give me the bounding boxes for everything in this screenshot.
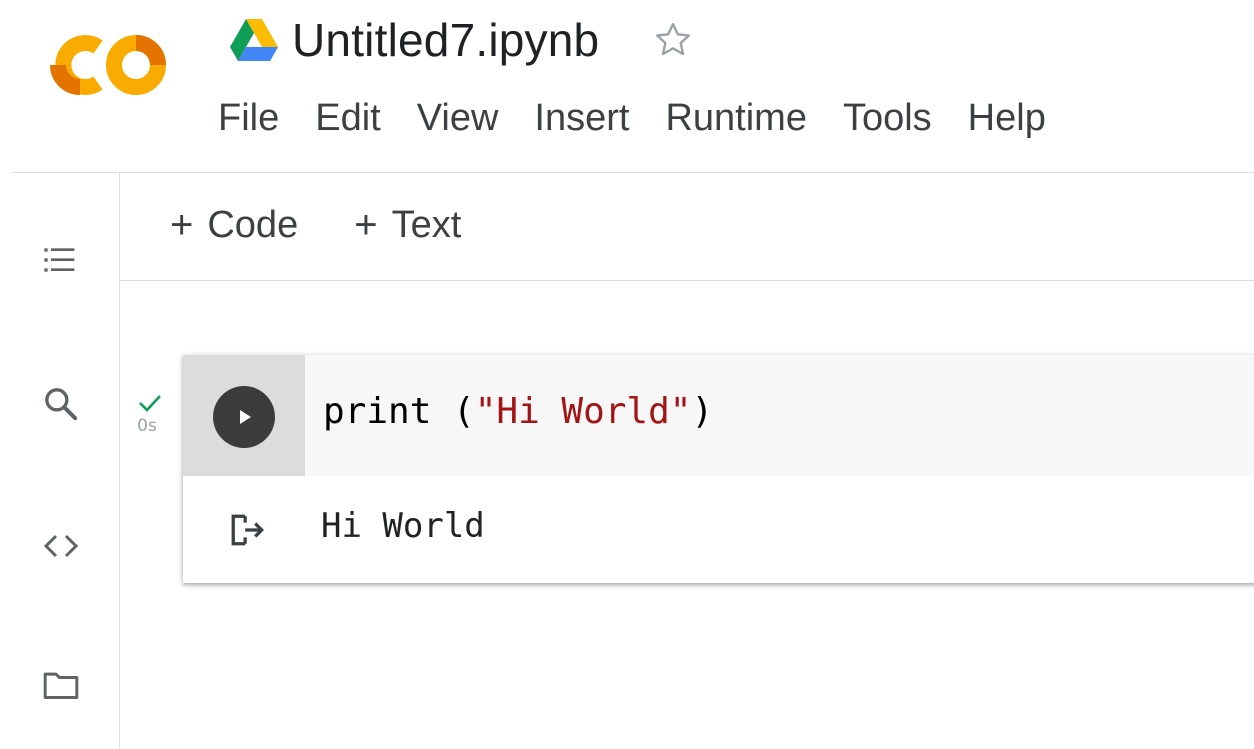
execution-time: 0s bbox=[137, 416, 157, 436]
colab-logo[interactable] bbox=[40, 25, 176, 105]
code-snippets-icon[interactable] bbox=[36, 521, 86, 571]
add-code-label: Code bbox=[207, 203, 299, 246]
menu-view[interactable]: View bbox=[417, 97, 499, 140]
menu-bar: File Edit View Insert Runtime Tools Help bbox=[218, 97, 1046, 140]
run-gutter bbox=[183, 355, 305, 476]
menu-edit[interactable]: Edit bbox=[315, 97, 380, 140]
output-text: Hi World bbox=[321, 506, 485, 546]
execution-status: 0s bbox=[130, 392, 170, 436]
toolbar-divider bbox=[120, 280, 1254, 281]
sidebar-divider bbox=[119, 173, 120, 749]
notebook-toolbar: + Code + Text bbox=[170, 200, 517, 250]
menu-file[interactable]: File bbox=[218, 97, 279, 140]
menu-help[interactable]: Help bbox=[968, 97, 1046, 140]
output-icon[interactable] bbox=[225, 508, 269, 552]
add-code-cell-button[interactable]: + Code bbox=[170, 203, 298, 248]
code-token-prefix: print ( bbox=[323, 391, 475, 432]
header-divider bbox=[12, 172, 1254, 173]
plus-icon: + bbox=[354, 202, 378, 247]
menu-runtime[interactable]: Runtime bbox=[665, 97, 807, 140]
play-icon bbox=[240, 410, 251, 424]
check-icon bbox=[139, 395, 161, 412]
code-cell[interactable]: print ("Hi World") Hi World bbox=[183, 355, 1254, 583]
plus-icon: + bbox=[170, 202, 194, 247]
cell-input[interactable]: print ("Hi World") bbox=[183, 355, 1254, 476]
add-text-label: Text bbox=[391, 203, 462, 246]
menu-tools[interactable]: Tools bbox=[843, 97, 932, 140]
code-token-string: "Hi World" bbox=[474, 391, 692, 432]
left-sidebar bbox=[0, 173, 120, 749]
colab-window: Untitled7.ipynb File Edit View Insert Ru… bbox=[0, 0, 1254, 749]
notebook-title[interactable]: Untitled7.ipynb bbox=[292, 17, 599, 63]
add-text-cell-button[interactable]: + Text bbox=[354, 203, 461, 248]
title-row: Untitled7.ipynb bbox=[230, 10, 695, 70]
folder-icon[interactable] bbox=[36, 660, 86, 710]
google-drive-icon[interactable] bbox=[230, 18, 280, 62]
code-editor-line[interactable]: print ("Hi World") bbox=[323, 391, 713, 432]
run-cell-button[interactable] bbox=[213, 386, 275, 448]
menu-insert[interactable]: Insert bbox=[534, 97, 629, 140]
cell-output: Hi World bbox=[183, 476, 1254, 583]
table-of-contents-icon[interactable] bbox=[36, 235, 86, 285]
code-token-suffix: ) bbox=[691, 391, 714, 432]
star-icon[interactable] bbox=[653, 19, 695, 61]
search-icon[interactable] bbox=[36, 379, 86, 429]
